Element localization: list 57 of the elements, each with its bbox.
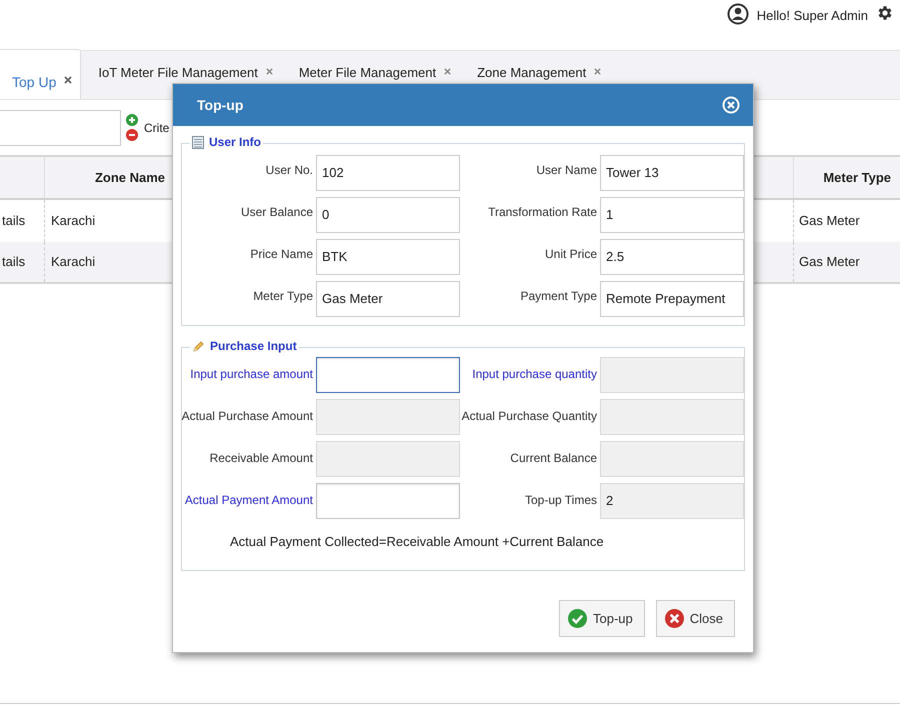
tab[interactable]: Meter File Management (282, 49, 460, 99)
field-label: User Name (535, 162, 597, 179)
close-icon (664, 609, 684, 628)
search-field[interactable] (0, 110, 121, 146)
close-button[interactable]: Close (656, 600, 735, 637)
field-label: Unit Price (544, 246, 597, 263)
criteria-label: Crite (144, 120, 170, 136)
input-field[interactable] (316, 357, 460, 393)
input-field[interactable]: Tower 13 (600, 155, 744, 191)
check-icon (568, 609, 587, 628)
field-label: Top-up Times (524, 492, 597, 509)
field-label: Transformation Rate (487, 204, 597, 221)
top-up-button[interactable]: Top-up (559, 600, 645, 637)
field-label: User No. (264, 162, 313, 179)
field-label: Receivable Amount (208, 450, 313, 467)
input-field[interactable] (316, 483, 460, 519)
field-label: Input purchase amount (189, 366, 313, 383)
table-cell-text: Karachi (50, 253, 96, 272)
column-header: Meter Type (793, 157, 900, 198)
add-icon[interactable] (126, 114, 138, 126)
greeting-text: Hello! Super Admin (756, 7, 868, 25)
table-icon (192, 136, 204, 148)
tab[interactable]: Zone Management (460, 49, 610, 99)
field-label: Payment Type (520, 288, 597, 305)
remove-icon[interactable] (126, 129, 138, 141)
field-label: Actual Purchase Amount (182, 408, 313, 425)
field-label: Input purchase quantity (471, 366, 597, 383)
field-label: Actual Purchase Quantity (463, 408, 597, 425)
table-cell: tails (0, 242, 45, 282)
column-header: Zone Name (94, 168, 166, 187)
tab[interactable]: Top Up (0, 49, 82, 99)
field-label: Actual Payment Amount (184, 492, 313, 509)
pencil-icon (192, 340, 205, 352)
field-label: Price Name (249, 246, 313, 263)
close-icon[interactable] (64, 76, 72, 84)
field-label: User Balance (240, 204, 313, 221)
input-field[interactable]: Gas Meter (316, 281, 460, 317)
input-field[interactable]: Remote Prepayment (600, 281, 744, 317)
close-icon[interactable] (594, 68, 602, 75)
input-field[interactable]: 102 (316, 155, 460, 191)
close-icon[interactable] (444, 68, 452, 75)
close-icon[interactable] (266, 68, 273, 75)
field-label: Meter Type (252, 288, 313, 305)
input-field[interactable]: 2.5 (600, 239, 744, 275)
settings-icon[interactable] (876, 4, 894, 22)
section-title: User Info (209, 134, 262, 151)
table-cell-text: Karachi (50, 212, 96, 230)
table-cell: Gas Meter (793, 242, 900, 282)
input-field[interactable]: 0 (316, 197, 460, 233)
close-icon[interactable] (722, 96, 740, 114)
input-field[interactable]: BTK (316, 239, 460, 275)
user-icon[interactable] (726, 3, 749, 25)
formula-note: Actual Payment Collected=Receivable Amount +Current Balance (230, 533, 604, 551)
input-field[interactable]: 1 (600, 197, 744, 233)
section-title: Purchase Input (210, 338, 297, 355)
read-only-field: 2 (600, 483, 744, 519)
field-label: Current Balance (509, 450, 597, 467)
